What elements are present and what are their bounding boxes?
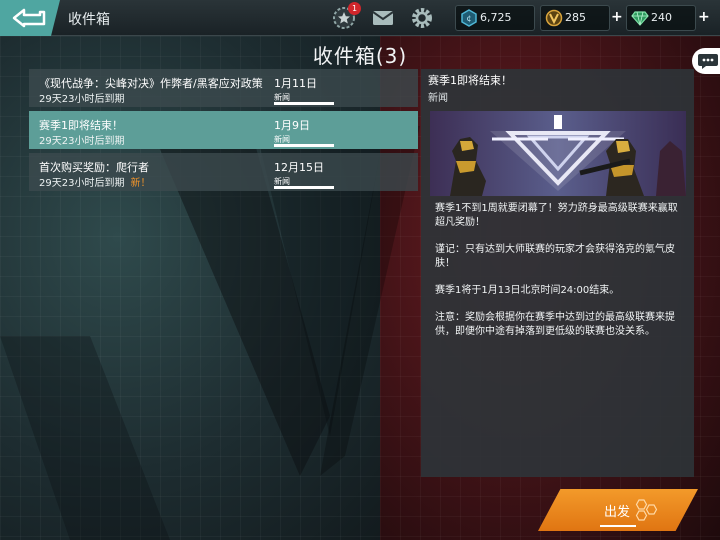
- mail-icon[interactable]: [371, 6, 395, 30]
- new-badge: 新！: [130, 178, 151, 189]
- season-emblem-icon: [450, 115, 686, 196]
- message-list: 《现代战争：尖峰对决》作弊者/黑客应对政策 29天23小时后到期 1月11日 新…: [29, 69, 418, 195]
- hexagon-pattern-icon: [635, 499, 658, 521]
- message-underline: [274, 144, 334, 147]
- back-arrow-icon: [12, 8, 46, 28]
- message-title: 赛季1即将结束！: [39, 119, 123, 132]
- credits-icon: ¢: [461, 9, 477, 27]
- message-title: 《现代战争：尖峰对决》作弊者/黑客应对政策: [39, 77, 263, 90]
- top-bar: 收件箱 1 ¢ 6,725 285 + 240 +: [0, 0, 720, 36]
- message-item[interactable]: 首次购买奖励：爬行者 29天23小时后到期 新！ 12月15日 新闻: [29, 153, 418, 191]
- message-expiry: 29天23小时后到期 新！: [39, 178, 151, 189]
- message-date: 1月9日: [274, 119, 310, 132]
- message-underline: [274, 186, 334, 189]
- gem-icon: [631, 11, 649, 26]
- message-expiry: 29天23小时后到期: [39, 94, 125, 105]
- svg-text:¢: ¢: [466, 14, 471, 23]
- chat-bubble-icon: [698, 54, 718, 69]
- chat-button[interactable]: [692, 48, 720, 74]
- go-button-underline: [600, 525, 636, 527]
- gems-value: 240: [651, 11, 672, 24]
- currency-gold: 285: [540, 5, 610, 31]
- gold-icon: [545, 9, 563, 27]
- detail-paragraph: 赛季1将于1月13日北京时间24:00结束。: [435, 285, 620, 296]
- currency-credits: ¢ 6,725: [455, 5, 535, 31]
- notification-badge: 1: [348, 2, 361, 15]
- back-button[interactable]: [0, 0, 60, 36]
- detail-paragraph: 谨记：只有达到大师联赛的玩家才会获得洛克的氪气皮肤！: [435, 244, 675, 269]
- settings-gear-icon[interactable]: [410, 6, 434, 30]
- detail-body: 赛季1不到1周就要闭幕了！努力跻身最高级联赛来赢取超凡奖励！ 谨记：只有达到大师…: [435, 202, 685, 352]
- message-underline: [274, 102, 334, 105]
- message-date: 12月15日: [274, 161, 324, 174]
- detail-paragraph: 赛季1不到1周就要闭幕了！努力跻身最高级联赛来赢取超凡奖励！: [435, 203, 678, 228]
- season-banner-image: [430, 111, 686, 196]
- message-item[interactable]: 《现代战争：尖峰对决》作弊者/黑客应对政策 29天23小时后到期 1月11日 新…: [29, 69, 418, 107]
- add-gold-button[interactable]: +: [611, 9, 623, 25]
- detail-category: 新闻: [428, 93, 448, 104]
- topbar-title: 收件箱: [68, 12, 110, 28]
- detail-paragraph: 注意：奖励会根据你在赛季中达到过的最高级联赛来提供，即便你中途有掉落到更低级的联…: [435, 312, 675, 337]
- page-title: 收件箱(3): [312, 44, 408, 68]
- message-title: 首次购买奖励：爬行者: [39, 161, 149, 174]
- detail-title: 赛季1即将结束！: [428, 74, 512, 87]
- gold-value: 285: [565, 11, 586, 24]
- add-gems-button[interactable]: +: [698, 9, 710, 25]
- credits-value: 6,725: [480, 11, 512, 24]
- go-button-label: 出发: [604, 505, 631, 520]
- message-expiry: 29天23小时后到期: [39, 136, 125, 147]
- go-button[interactable]: 出发: [538, 489, 698, 531]
- message-detail-panel: 赛季1即将结束！ 新闻 赛季1不到1周就要闭幕了！努力跻身最高级联赛来赢取超凡奖…: [421, 69, 694, 477]
- message-item-selected[interactable]: 赛季1即将结束！ 29天23小时后到期 1月9日 新闻: [29, 111, 418, 149]
- currency-gems: 240: [626, 5, 696, 31]
- message-date: 1月11日: [274, 77, 317, 90]
